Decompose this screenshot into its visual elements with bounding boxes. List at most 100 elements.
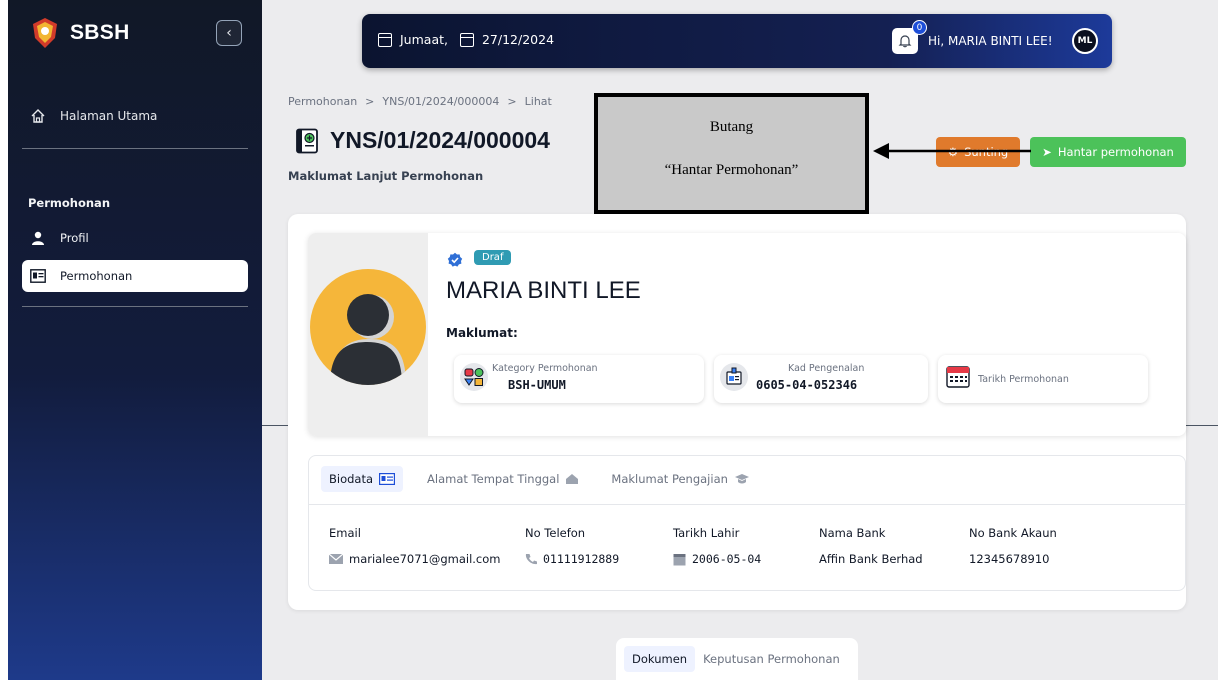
- info-card-value: BSH-UMUM: [508, 378, 566, 392]
- column-header: No Bank Akaun: [969, 526, 1057, 540]
- annotation-callout: Butang “Hantar Permohonan”: [594, 93, 869, 214]
- calendar-icon: [673, 553, 686, 565]
- sidebar: SBSH ‹ Halaman Utama Permohonan Profil P…: [8, 0, 262, 680]
- sidebar-item-home[interactable]: Halaman Utama: [30, 108, 157, 124]
- details-tabs-card: Biodata Alamat Tempat Tinggal Maklumat P…: [308, 455, 1186, 591]
- column-value: 2006-05-04: [673, 552, 761, 566]
- top-bar: Jumaat, 27/12/2024 0 Hi, MARIA BINTI LEE…: [362, 14, 1112, 68]
- phone-value: 01111912889: [543, 552, 620, 566]
- verified-icon: [447, 252, 463, 267]
- column-value: marialee7071@gmail.com: [329, 552, 501, 566]
- page-title: YNS/01/2024/000004: [330, 127, 550, 153]
- chevron-left-icon: ‹: [226, 25, 232, 41]
- column-value: 01111912889: [525, 552, 619, 566]
- phone-icon: [525, 554, 537, 565]
- profile-card: Draf MARIA BINTI LEE Maklumat: Kategory …: [308, 233, 1186, 436]
- status-badge: Draf: [474, 250, 512, 265]
- date-display: Jumaat, 27/12/2024: [378, 32, 554, 47]
- annotation-line-1: Butang: [709, 119, 754, 135]
- mail-icon: [329, 554, 343, 564]
- bank-name-value: Affin Bank Berhad: [819, 552, 923, 566]
- id-card-icon: [30, 269, 46, 283]
- calendar-icon: [378, 32, 392, 47]
- graduation-cap-icon: [734, 474, 749, 484]
- calendar-icon: [946, 366, 970, 388]
- brand-name: SBSH: [70, 21, 130, 44]
- tab-pengajian[interactable]: Maklumat Pengajian: [603, 466, 758, 492]
- info-card-value: 0605-04-052346: [756, 378, 858, 392]
- user-silhouette-icon: [330, 294, 406, 385]
- sidebar-divider: [22, 306, 248, 307]
- tab-biodata[interactable]: Biodata: [321, 466, 404, 492]
- document-tabs: Dokumen Keputusan Permohonan: [616, 638, 858, 680]
- sidebar-section-title: Permohonan: [28, 196, 111, 210]
- breadcrumb-item-current: Lihat: [524, 95, 552, 108]
- date-label: 27/12/2024: [481, 32, 555, 47]
- info-card-category: Kategory Permohonan BSH-UMUM: [454, 355, 704, 403]
- column-header: Nama Bank: [819, 526, 886, 540]
- breadcrumb: Permohonan > YNS/01/2024/000004 > Lihat: [288, 95, 552, 108]
- notification-count-badge: 0: [912, 20, 927, 35]
- column-value: Affin Bank Berhad: [819, 552, 923, 566]
- tab-label: Maklumat Pengajian: [611, 472, 728, 486]
- submit-application-button[interactable]: ➤ Hantar permohonan: [1030, 137, 1186, 167]
- house-icon: [566, 474, 579, 484]
- sidebar-item-permohonan[interactable]: Permohonan: [22, 260, 248, 292]
- shapes-icon: [460, 363, 488, 391]
- tab-label: Alamat Tempat Tinggal: [427, 472, 560, 486]
- sidebar-item-profil[interactable]: Profil: [22, 222, 248, 254]
- passport-icon: [296, 128, 318, 154]
- column-header: Email: [329, 526, 361, 540]
- page-subtitle: Maklumat Lanjut Permohonan: [288, 169, 484, 183]
- info-label: Maklumat:: [446, 326, 518, 340]
- biodata-bank-account: No Bank Akaun 12345678910: [969, 526, 1057, 566]
- info-card-label: Kad Pengenalan: [788, 363, 865, 374]
- tab-bar: Biodata Alamat Tempat Tinggal Maklumat P…: [321, 466, 758, 492]
- bank-account-value: 12345678910: [969, 552, 1050, 566]
- biodata-email: Email marialee7071@gmail.com: [329, 526, 501, 566]
- applicant-name: MARIA BINTI LEE: [446, 277, 641, 304]
- user-greeting: Hi, MARIA BINTI LEE!: [928, 34, 1053, 48]
- breadcrumb-item-id[interactable]: YNS/01/2024/000004: [382, 95, 499, 108]
- tab-label: Biodata: [329, 472, 374, 486]
- id-card-icon: [379, 473, 396, 485]
- info-card-label: Kategory Permohonan: [492, 363, 598, 374]
- dob-value: 2006-05-04: [692, 552, 762, 566]
- info-card-application-date: Tarikh Permohonan: [938, 355, 1148, 403]
- tab-dokumen[interactable]: Dokumen: [624, 646, 696, 672]
- home-icon: [31, 109, 45, 123]
- bell-icon: [898, 35, 912, 48]
- avatar[interactable]: ML: [1072, 28, 1098, 54]
- biodata-dob: Tarikh Lahir 2006-05-04: [673, 526, 761, 566]
- id-badge-icon: [720, 363, 748, 391]
- profile-photo-panel: [308, 233, 428, 436]
- collapse-sidebar-button[interactable]: ‹: [216, 20, 242, 46]
- breadcrumb-separator: >: [365, 95, 375, 108]
- breadcrumb-item-permohonan[interactable]: Permohonan: [288, 95, 357, 108]
- sidebar-divider: [22, 148, 248, 149]
- column-header: No Telefon: [525, 526, 586, 540]
- profile-avatar: [310, 269, 426, 385]
- tab-alamat[interactable]: Alamat Tempat Tinggal: [419, 466, 587, 492]
- tab-keputusan[interactable]: Keputusan Permohonan: [703, 652, 840, 666]
- calendar-icon: [459, 32, 474, 47]
- info-card-label: Tarikh Permohonan: [978, 374, 1069, 385]
- annotation-arrow: [873, 143, 1031, 159]
- info-card-ic: Kad Pengenalan 0605-04-052346: [714, 355, 928, 403]
- send-icon: ➤: [1042, 145, 1052, 159]
- sidebar-item-label: Profil: [60, 231, 89, 245]
- email-value: marialee7071@gmail.com: [349, 552, 501, 566]
- brand[interactable]: SBSH: [30, 16, 130, 50]
- tabs-divider: [309, 504, 1185, 505]
- submit-button-label: Hantar permohonan: [1057, 145, 1174, 159]
- biodata-bank-name: Nama Bank Affin Bank Berhad: [819, 526, 923, 566]
- column-header: Tarikh Lahir: [673, 526, 740, 540]
- day-label: Jumaat,: [400, 32, 448, 47]
- biodata-phone: No Telefon 01111912889: [525, 526, 619, 566]
- sidebar-item-label: Halaman Utama: [60, 109, 158, 123]
- app-frame: SBSH ‹ Halaman Utama Permohonan Profil P…: [8, 0, 1218, 680]
- sidebar-item-label: Permohonan: [60, 269, 133, 283]
- sbsh-logo-icon: [33, 18, 57, 48]
- breadcrumb-separator: >: [507, 95, 517, 108]
- user-icon: [32, 231, 44, 245]
